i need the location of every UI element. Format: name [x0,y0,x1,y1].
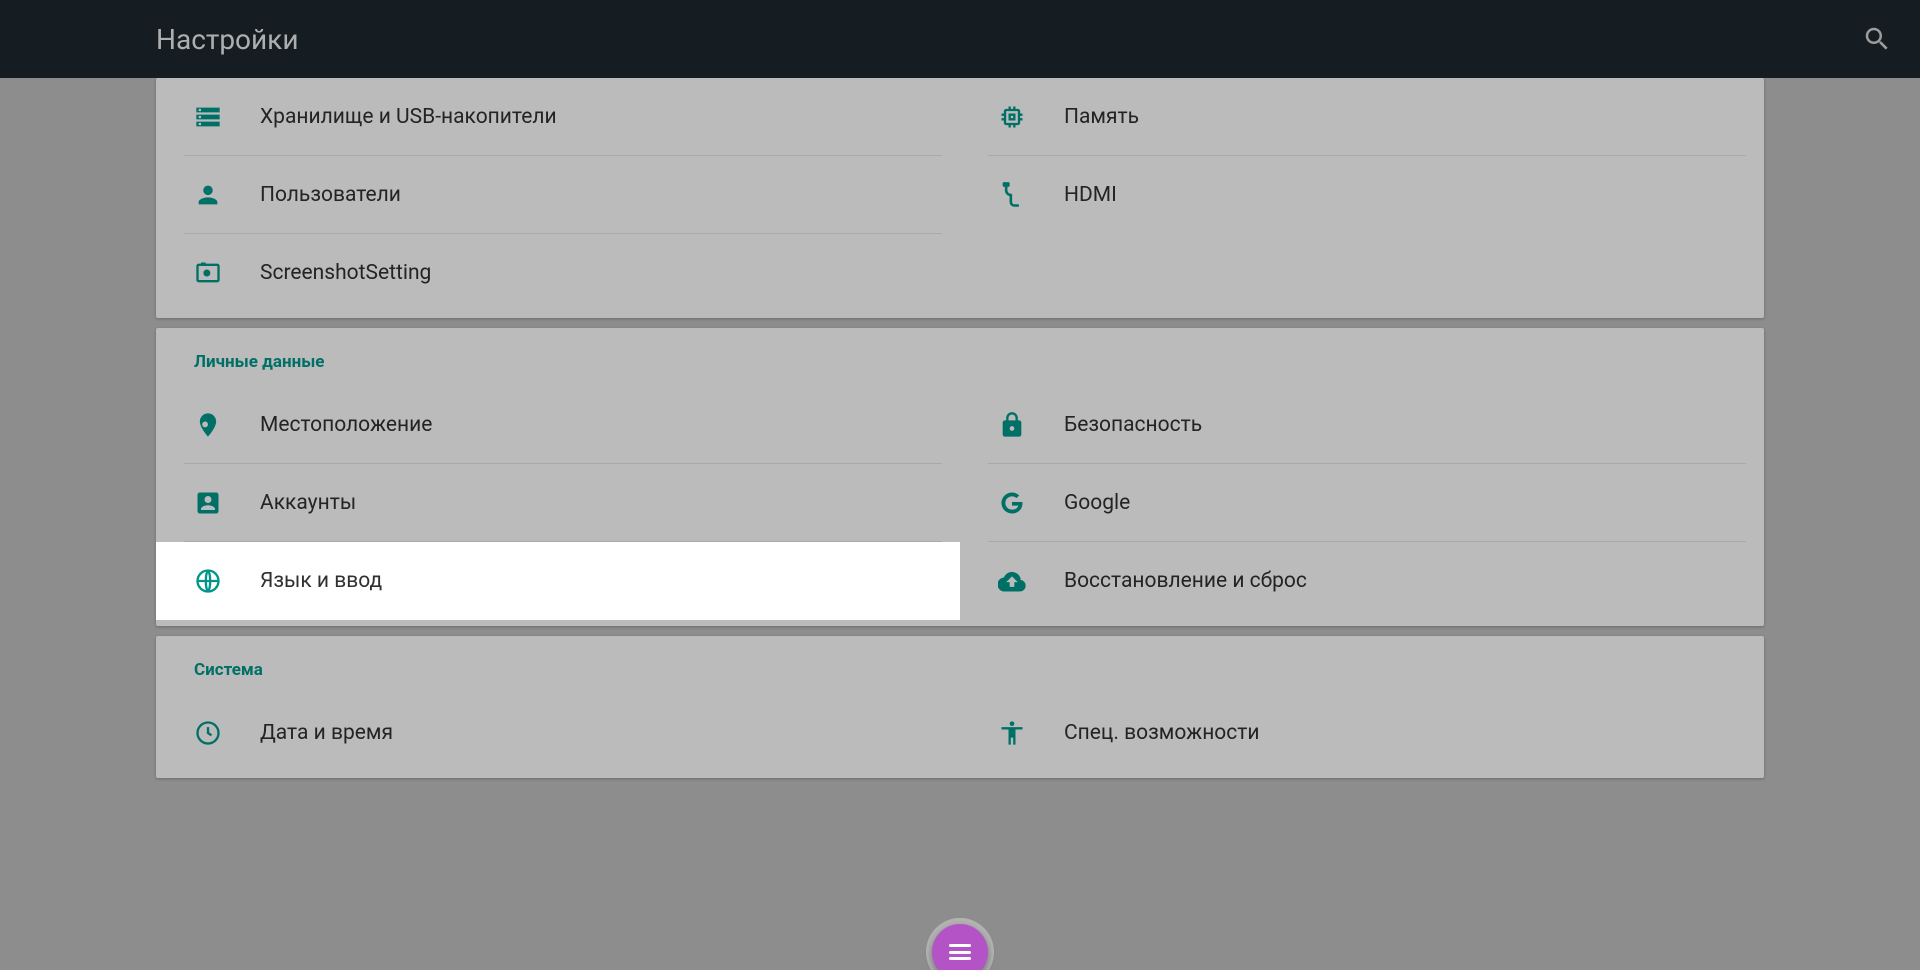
search-button[interactable] [1862,24,1892,54]
settings-item-backup[interactable]: Восстановление и сброс [988,542,1746,620]
settings-item-label: Пользователи [258,183,942,207]
settings-item-label: HDMI [1062,183,1746,207]
page-title: Настройки [156,23,298,56]
settings-item-label: Дата и время [258,721,942,745]
settings-item-label: Язык и ввод [258,569,942,593]
menu-icon [949,944,971,960]
settings-item-accessibility[interactable]: Спец. возможности [988,694,1746,772]
settings-item-label: Хранилище и USB-накопители [258,105,942,129]
settings-item-datetime[interactable]: Дата и время [184,694,942,772]
storage-icon [184,103,258,131]
settings-card-system: Система Дата и время Спец. возможности [156,636,1764,778]
lock-icon [988,411,1062,439]
settings-item-hdmi[interactable]: HDMI [988,156,1746,234]
settings-item-label: Память [1062,105,1746,129]
settings-item-label: Аккаунты [258,491,942,515]
settings-item-label: Местоположение [258,413,942,437]
search-icon [1862,24,1892,54]
app-bar: Настройки [0,0,1920,78]
globe-icon [184,567,258,595]
section-header-personal: Личные данные [156,328,1764,386]
settings-card-device: Хранилище и USB-накопители Пользователи … [156,78,1764,318]
memory-icon [988,103,1062,131]
settings-item-label: Спец. возможности [1062,721,1746,745]
section-header-system: Система [156,636,1764,694]
settings-card-personal: Личные данные Местоположение Аккаунты [156,328,1764,626]
settings-item-location[interactable]: Местоположение [184,386,942,464]
camera-icon [184,259,258,287]
account-box-icon [184,489,258,517]
settings-content: Хранилище и USB-накопители Пользователи … [156,78,1764,970]
accessibility-icon [988,719,1062,747]
settings-item-security[interactable]: Безопасность [988,386,1746,464]
settings-item-label: ScreenshotSetting [258,261,942,285]
hdmi-icon [988,181,1062,209]
settings-item-google[interactable]: Google [988,464,1746,542]
settings-item-label: Восстановление и сброс [1062,569,1746,593]
settings-item-label: Безопасность [1062,413,1746,437]
location-icon [184,411,258,439]
clock-icon [184,719,258,747]
settings-item-users[interactable]: Пользователи [184,156,942,234]
person-icon [184,181,258,209]
cloud-upload-icon [988,567,1062,595]
settings-item-screenshot[interactable]: ScreenshotSetting [184,234,942,312]
settings-item-accounts[interactable]: Аккаунты [184,464,942,542]
google-icon [988,489,1062,517]
settings-item-language[interactable]: Язык и ввод [156,542,960,620]
settings-item-storage[interactable]: Хранилище и USB-накопители [184,78,942,156]
settings-item-label: Google [1062,491,1746,515]
settings-item-memory[interactable]: Память [988,78,1746,156]
